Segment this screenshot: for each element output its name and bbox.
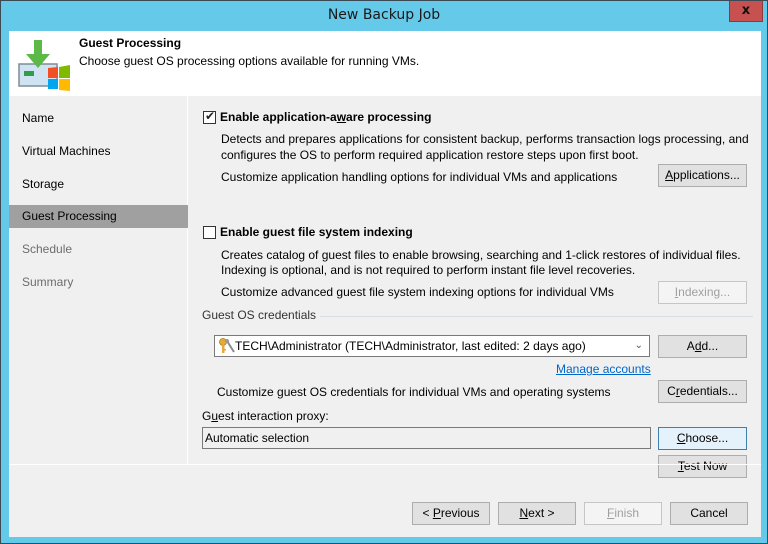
guest-interaction-proxy-field[interactable]: Automatic selection [202, 427, 651, 449]
indexing-customize-text: Customize advanced guest file system ind… [221, 285, 614, 299]
sidebar-item-summary[interactable]: Summary [9, 271, 188, 294]
button-label: ext > [528, 506, 555, 520]
indexing-label[interactable]: Enable guest file system indexing [220, 225, 413, 239]
sidebar-item-schedule[interactable]: Schedule [9, 238, 188, 261]
checkmark-icon: ✔ [205, 109, 216, 123]
title-bar[interactable]: New Backup Job x [1, 1, 767, 31]
button-label: < [422, 506, 433, 520]
manage-accounts-link[interactable]: Manage accounts [556, 362, 651, 376]
sidebar-item-storage[interactable]: Storage [9, 173, 188, 196]
sidebar-item-guest-processing[interactable]: Guest Processing [9, 205, 188, 228]
credentials-customize-text: Customize guest OS credentials for indiv… [217, 385, 611, 399]
app-aware-description-line1: Detects and prepares applications for co… [221, 132, 749, 146]
wizard-header: Guest Processing Choose guest OS process… [9, 31, 761, 96]
credentials-button[interactable]: Credentials... [658, 380, 747, 403]
button-label: d... [701, 339, 719, 353]
key-icon [219, 338, 235, 353]
next-button[interactable]: Next > [498, 502, 576, 525]
guest-processing-panel: ✔ Enable application-aware processing De… [189, 96, 761, 478]
button-label: revious [440, 506, 480, 520]
cancel-button[interactable]: Cancel [670, 502, 748, 525]
indexing-button[interactable]: Indexing... [658, 281, 747, 304]
close-icon: x [741, 3, 751, 18]
button-label: C [667, 384, 676, 398]
accelerator-key: N [519, 506, 529, 520]
app-aware-customize-text: Customize application handling options f… [221, 170, 618, 184]
wizard-client-area: Guest Processing Choose guest OS process… [9, 31, 761, 537]
group-divider [320, 316, 753, 317]
accelerator-key: w [336, 110, 347, 124]
page-subtitle: Choose guest OS processing options avail… [79, 54, 420, 68]
choose-proxy-button[interactable]: Choose... [658, 427, 747, 450]
indexing-description-line1: Creates catalog of guest files to enable… [221, 248, 741, 262]
applications-button[interactable]: Applications... [658, 164, 747, 187]
footer-divider [9, 464, 761, 465]
test-now-button[interactable]: Test Now [658, 455, 747, 478]
sidebar-item-virtual-machines[interactable]: Virtual Machines [9, 140, 188, 163]
app-aware-checkbox[interactable]: ✔ [203, 109, 216, 124]
button-label: edentials... [679, 384, 738, 398]
app-aware-description-line2: configures the OS to perform required ap… [221, 148, 639, 162]
button-label: est Now [683, 459, 728, 473]
previous-button[interactable]: < Previous [412, 502, 490, 525]
accelerator-key: d [694, 339, 702, 353]
accelerator-key: P [432, 506, 441, 520]
button-label: pplications... [673, 168, 740, 182]
label-part: est interaction proxy: [218, 409, 329, 423]
indexing-checkbox[interactable] [203, 226, 216, 239]
close-button[interactable]: x [729, 1, 763, 22]
button-label: ndexing... [678, 285, 731, 299]
new-backup-job-window: New Backup Job x Guest Processing Choose… [0, 0, 768, 544]
button-label: inish [614, 506, 640, 520]
label-part: G [202, 409, 212, 423]
button-label: hoose... [685, 431, 729, 445]
chevron-down-icon: ⌄ [634, 340, 643, 351]
guest-os-credentials-group-label: Guest OS credentials [202, 308, 317, 322]
add-credentials-button[interactable]: Add... [658, 335, 747, 358]
guest-interaction-proxy-label: Guest interaction proxy: [202, 409, 329, 423]
page-title: Guest Processing [79, 36, 182, 50]
indexing-description-line2: Indexing is optional, and is not require… [221, 263, 636, 277]
sidebar-item-name[interactable]: Name [9, 107, 188, 130]
window-title: New Backup Job [327, 7, 441, 23]
app-aware-label[interactable]: Enable application-aware processing [220, 110, 431, 124]
credentials-dropdown[interactable]: TECH\Administrator (TECH\Administrator, … [214, 335, 650, 357]
credentials-selected-value: TECH\Administrator (TECH\Administrator, … [235, 339, 586, 353]
label-part: Enable application-a [220, 110, 337, 124]
wizard-steps-sidebar: Name Virtual Machines Storage Guest Proc… [9, 96, 188, 464]
label-part: are processing [346, 110, 432, 124]
accelerator-key: A [665, 168, 674, 182]
backup-vm-windows-icon [18, 40, 70, 91]
button-label: A [686, 339, 695, 353]
finish-button[interactable]: Finish [584, 502, 662, 525]
